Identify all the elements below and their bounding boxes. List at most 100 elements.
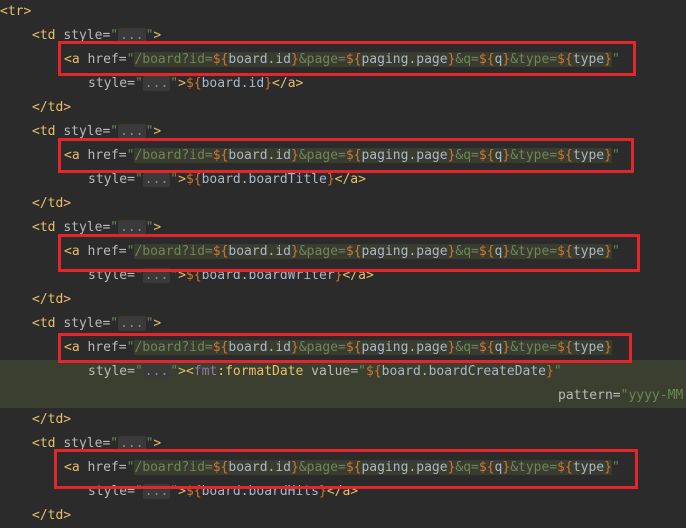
quote: " (170, 268, 179, 283)
folded-region[interactable]: ... (118, 316, 146, 331)
gt: > (178, 76, 186, 91)
cell-var: board.boardWriter (201, 268, 335, 283)
el-close: } (502, 244, 511, 259)
href-attr: href= (87, 340, 127, 355)
quote: " (110, 436, 119, 451)
folded-region[interactable]: ... (142, 364, 171, 379)
el-open: ${ (478, 244, 495, 259)
style-attr: style= (88, 268, 135, 283)
el-open: ${ (478, 148, 495, 163)
folded-region[interactable]: ... (142, 172, 171, 187)
folded-region[interactable]: ... (118, 28, 146, 43)
format-date-tag: formatDate (225, 364, 304, 379)
el-var: board.id (228, 148, 292, 163)
folded-region[interactable]: ... (142, 268, 171, 283)
el-var: type (572, 148, 605, 163)
a-close: </a> (342, 268, 374, 283)
el-var: paging.page (361, 52, 448, 67)
code-line: <td style="... "> (32, 120, 686, 144)
a-tag: <a (64, 340, 88, 355)
gt: > (153, 316, 162, 331)
quote: " (611, 148, 620, 163)
el-var: paging.page (361, 244, 448, 259)
td-tag: <td (32, 316, 64, 331)
el-open: ${ (557, 148, 573, 163)
style-attr: style= (88, 484, 135, 499)
style-attr: style= (63, 124, 111, 139)
quote: " (611, 244, 620, 259)
code-editor[interactable]: <tr> <td style="... "> <a href="/board?id… (0, 0, 686, 524)
href-attr: href= (87, 52, 127, 67)
code-line: </td> (32, 192, 686, 216)
el-var: type (572, 52, 605, 67)
td-tag: <td (32, 124, 64, 139)
code-line: style="... ">${board.id}</a> (88, 72, 686, 96)
folded-region[interactable]: ... (142, 484, 171, 499)
lt: < (185, 364, 194, 379)
quote: " (611, 52, 620, 67)
code-line: <tr> (0, 0, 686, 24)
el-open: ${ (557, 244, 573, 259)
el-var: board.id (228, 244, 292, 259)
pattern-attr: pattern= (558, 388, 621, 403)
style-attr: style= (63, 220, 111, 235)
style-attr: style= (63, 316, 111, 331)
el-open: ${ (478, 460, 495, 475)
quote: " (358, 364, 366, 379)
query-part: &page= (298, 460, 346, 475)
query-part: &q= (455, 148, 479, 163)
folded-region[interactable]: ... (118, 220, 146, 235)
quote: " (110, 220, 119, 235)
code-line: style="... ">${board.boardWriter}</a> (88, 264, 686, 288)
el-open: ${ (345, 340, 362, 355)
href-path: /board?id= (134, 52, 213, 67)
fmt-namespace: fmt (193, 364, 218, 379)
a-tag: <a (64, 460, 88, 475)
el-close: } (291, 52, 299, 67)
el-var: type (572, 340, 605, 355)
el-open: ${ (185, 76, 202, 91)
style-attr: style= (88, 76, 135, 91)
code-line: </td> (32, 288, 686, 312)
el-var: paging.page (361, 148, 448, 163)
folded-region[interactable]: ... (118, 124, 146, 139)
el-close: } (291, 340, 299, 355)
gt: > (153, 220, 162, 235)
el-open: ${ (185, 172, 202, 187)
href-attr: href= (87, 460, 127, 475)
td-tag: <td (32, 436, 64, 451)
href-path: /board?id= (134, 460, 213, 475)
el-var: paging.page (361, 460, 448, 475)
quote: " (553, 364, 562, 379)
quote: " (134, 484, 143, 499)
quote: " (134, 364, 143, 379)
el-open: ${ (345, 460, 362, 475)
gt: > (178, 364, 186, 379)
query-part: &type= (510, 460, 558, 475)
el-var: board.id (228, 340, 292, 355)
query-part: &q= (455, 244, 479, 259)
a-close: </a> (334, 172, 366, 187)
gt: > (178, 172, 186, 187)
cell-var: board.boardTitle (201, 172, 327, 187)
el-close: } (291, 148, 299, 163)
el-close: } (604, 244, 612, 259)
td-tag: <td (32, 220, 64, 235)
query-part: &q= (455, 52, 479, 67)
el-var: type (572, 244, 605, 259)
el-close: } (291, 244, 299, 259)
el-close: } (604, 340, 612, 355)
el-open: ${ (212, 244, 229, 259)
folded-region[interactable]: ... (118, 436, 146, 451)
td-close: </td> (32, 412, 72, 427)
el-close: } (502, 460, 511, 475)
href-path: /board?id= (134, 148, 213, 163)
a-tag: <a (64, 148, 88, 163)
style-attr: style= (88, 364, 135, 379)
el-var: board.boardCreateDate (381, 364, 547, 379)
a-close: </a> (326, 484, 359, 499)
folded-region[interactable]: ... (142, 76, 171, 91)
code-line: <td style="... "> (32, 216, 686, 240)
code-line-href: <a href="/board?id=${board.id}&page=${pa… (64, 144, 686, 168)
a-tag: <a (64, 244, 88, 259)
